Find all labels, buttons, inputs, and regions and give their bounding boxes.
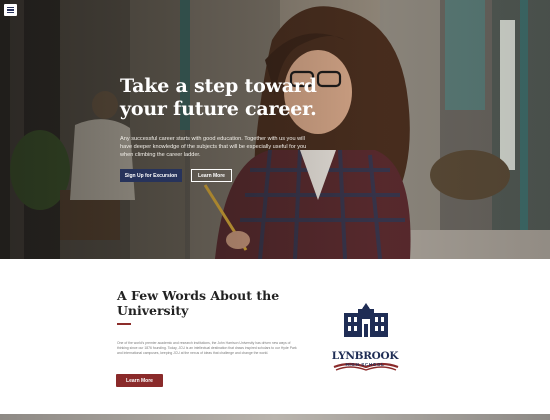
logo-subtitle: HIGH SCHOOL	[345, 362, 385, 367]
hero-overlay	[0, 0, 550, 259]
signup-excursion-button[interactable]: Sign Up for Excursion	[120, 169, 182, 182]
about-title: A Few Words About the University	[117, 288, 280, 318]
title-divider	[117, 323, 131, 325]
hamburger-menu-icon	[7, 6, 14, 8]
about-text: One of the world's premier academic and …	[117, 341, 297, 355]
hero-description: Any successful career starts with good e…	[120, 136, 307, 158]
about-learn-more-button[interactable]: Learn More	[116, 374, 163, 387]
next-section-preview	[0, 414, 550, 420]
hero-section: Take a step toward your future career. A…	[0, 0, 550, 259]
menu-button[interactable]	[4, 4, 17, 16]
hero-title: Take a step toward your future career.	[120, 75, 317, 120]
logo-name: LYNBROOK	[331, 350, 399, 362]
hero-learn-more-button[interactable]: Learn More	[191, 169, 232, 182]
